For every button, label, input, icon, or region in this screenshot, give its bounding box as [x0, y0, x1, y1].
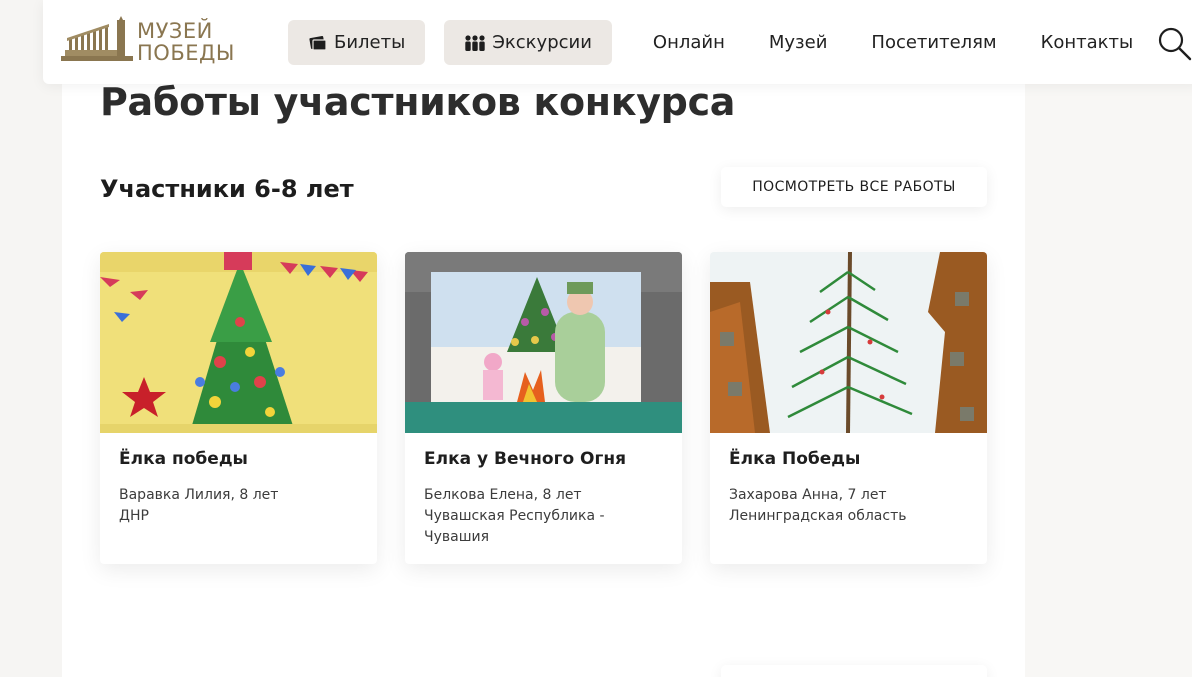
artwork-author: Варавка Лилия, 8 лет [119, 487, 279, 503]
artwork-image [100, 252, 377, 433]
artwork-image [710, 252, 987, 433]
ticket-icon [309, 35, 327, 51]
artwork-image [405, 252, 682, 433]
tickets-button[interactable]: Билеты [288, 20, 426, 65]
artwork-card[interactable]: Ёлка победы Варавка Лилия, 8 лет ДНР [100, 252, 377, 564]
nav-link-online[interactable]: Онлайн [631, 32, 747, 53]
view-all-works-button[interactable]: ПОСМОТРЕТЬ ВСЕ РАБОТЫ [721, 167, 987, 207]
excursions-label: Экскурсии [492, 32, 592, 53]
artwork-title: Елка у Вечного Огня [424, 449, 627, 469]
page-background [1025, 84, 1192, 677]
nav-link-contacts[interactable]: Контакты [1019, 32, 1156, 53]
site-header: МУЗЕЙ ПОБЕДЫ Билеты Экскурсии Онлайн Муз… [43, 0, 1192, 84]
logo-line-2: ПОБЕДЫ [137, 41, 235, 65]
artwork-region: Ленинградская область [729, 508, 907, 524]
page-title: Работы участников конкурса [100, 80, 736, 124]
excursions-button[interactable]: Экскурсии [444, 20, 612, 65]
nav-link-visitors[interactable]: Посетителям [849, 32, 1018, 53]
artwork-card[interactable]: Ёлка Победы Захарова Анна, 7 лет Ленингр… [710, 252, 987, 564]
artwork-title: Ёлка Победы [729, 449, 861, 469]
artwork-region: Чувашская Республика - Чувашия [424, 508, 605, 545]
people-icon [465, 34, 486, 51]
artwork-card[interactable]: Елка у Вечного Огня Белкова Елена, 8 лет… [405, 252, 682, 564]
nav-link-museum[interactable]: Музей [747, 32, 850, 53]
museum-logo[interactable]: МУЗЕЙ ПОБЕДЫ [61, 14, 236, 70]
tickets-label: Билеты [334, 32, 406, 53]
search-icon[interactable] [1156, 25, 1192, 61]
artwork-title: Ёлка победы [119, 449, 248, 469]
artwork-author: Белкова Елена, 8 лет [424, 487, 582, 503]
logo-line-1: МУЗЕЙ [137, 19, 213, 43]
victory-monument-icon [61, 16, 133, 61]
logo-wordmark: МУЗЕЙ ПОБЕДЫ [137, 20, 235, 64]
artwork-region: ДНР [119, 508, 149, 524]
main-nav: Билеты Экскурсии Онлайн Музей Посетителя… [288, 20, 1155, 65]
artwork-author: Захарова Анна, 7 лет [729, 487, 887, 503]
section-title: Участники 6-8 лет [100, 175, 354, 203]
next-section-button[interactable] [721, 665, 987, 677]
